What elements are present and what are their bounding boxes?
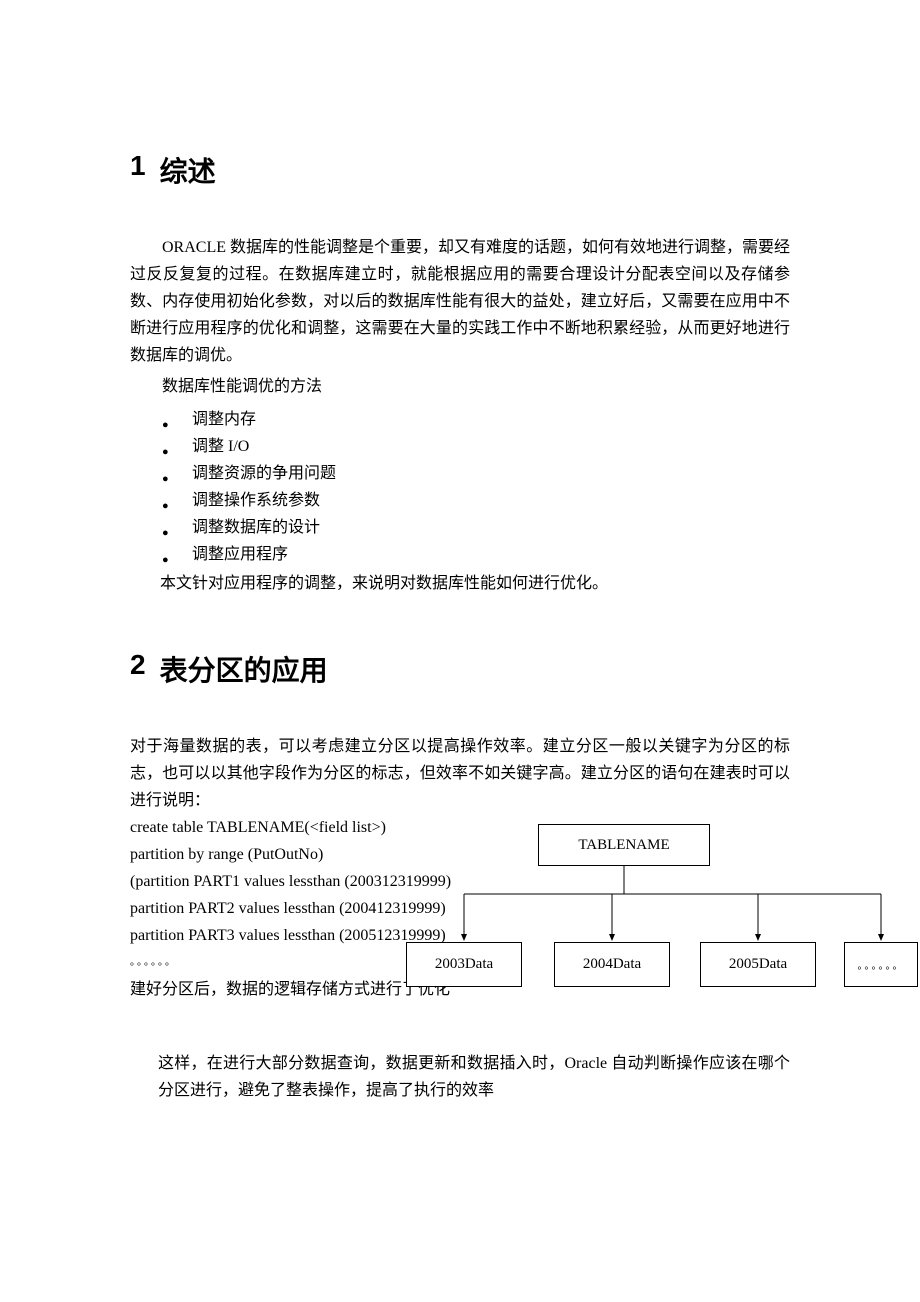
section-2-final: 这样，在进行大部分数据查询，数据更新和数据插入时，Oracle 自动判断操作应该… [158, 1050, 790, 1104]
diagram-connectors [0, 0, 920, 1000]
